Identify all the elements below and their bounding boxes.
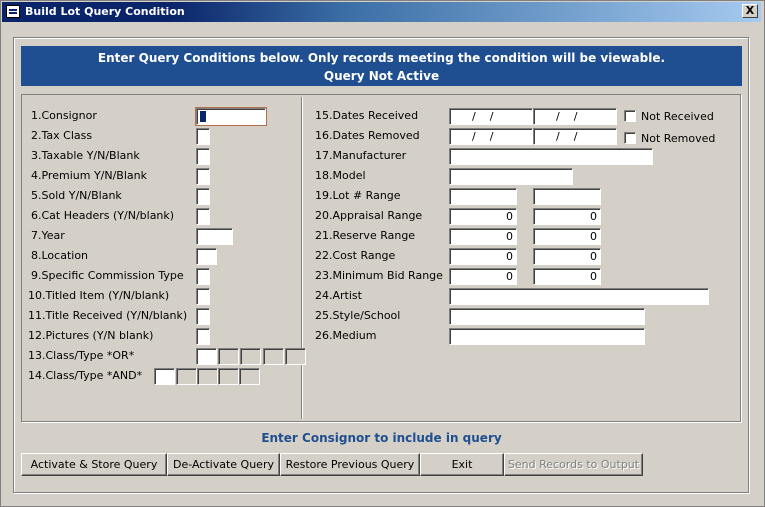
field-hint: Enter Consignor to include in query: [261, 431, 502, 445]
label-tax-class: 2.Tax Class: [31, 129, 93, 142]
lot-range-to[interactable]: [533, 188, 601, 205]
label-reserve-range: 21.Reserve Range: [315, 229, 416, 242]
not-received-checkbox[interactable]: [624, 110, 636, 122]
not-received-label: Not Received: [641, 110, 714, 123]
label-dates-received: 15.Dates Received: [315, 109, 419, 122]
min-bid-range-to[interactable]: 0: [533, 268, 601, 285]
sold-input[interactable]: [196, 188, 210, 205]
date-removed-from[interactable]: / /: [449, 128, 533, 145]
cost-range-from[interactable]: 0: [449, 248, 517, 265]
label-titled-item: 10.Titled Item (Y/N/blank): [28, 289, 170, 302]
label-sold: 5.Sold Y/N/Blank: [31, 189, 122, 202]
text-cursor: [200, 111, 206, 122]
label-style-school: 25.Style/School: [315, 309, 401, 322]
commission-type-input[interactable]: [196, 268, 210, 285]
class-type-or-input-5[interactable]: [285, 348, 306, 365]
style-school-input[interactable]: [449, 308, 645, 325]
class-type-and-input-4[interactable]: [218, 368, 239, 385]
reserve-range-to[interactable]: 0: [533, 228, 601, 245]
close-button[interactable]: X: [742, 4, 758, 18]
class-type-and-input-2[interactable]: [176, 368, 197, 385]
tax-class-input[interactable]: [196, 128, 210, 145]
label-year: 7.Year: [31, 229, 65, 242]
date-received-to[interactable]: / /: [533, 108, 617, 125]
cat-headers-input[interactable]: [196, 208, 210, 225]
not-removed-label: Not Removed: [641, 132, 716, 145]
label-manufacturer: 17.Manufacturer: [315, 149, 407, 162]
label-cat-headers: 6.Cat Headers (Y/N/blank): [31, 209, 175, 222]
instruction-banner: Enter Query Conditions below. Only recor…: [21, 46, 742, 86]
year-input[interactable]: [196, 228, 233, 245]
taxable-input[interactable]: [196, 148, 210, 165]
label-location: 8.Location: [31, 249, 89, 262]
reserve-range-from[interactable]: 0: [449, 228, 517, 245]
class-type-and-input-5[interactable]: [239, 368, 260, 385]
label-artist: 24.Artist: [315, 289, 362, 302]
deactivate-query-button[interactable]: De-Activate Query: [167, 453, 280, 476]
date-removed-to[interactable]: / /: [533, 128, 617, 145]
label-dates-removed: 16.Dates Removed: [315, 129, 420, 142]
appraisal-range-from[interactable]: 0: [449, 208, 517, 225]
label-medium: 26.Medium: [315, 329, 377, 342]
label-pictures: 12.Pictures (Y/N blank): [28, 329, 154, 342]
lot-range-from[interactable]: [449, 188, 517, 205]
class-type-and-input-3[interactable]: [197, 368, 218, 385]
title-bar[interactable]: Build Lot Query Condition X: [2, 2, 761, 22]
model-input[interactable]: [449, 168, 573, 185]
label-class-type-and: 14.Class/Type *AND*: [28, 369, 143, 382]
label-appraisal-range: 20.Appraisal Range: [315, 209, 423, 222]
not-removed-checkbox[interactable]: [624, 132, 636, 144]
send-records-button[interactable]: Send Records to Output: [504, 453, 643, 476]
date-received-from[interactable]: / /: [449, 108, 533, 125]
label-consignor: 1.Consignor: [31, 109, 97, 122]
banner-instruction: Enter Query Conditions below. Only recor…: [97, 51, 666, 65]
activate-store-query-button[interactable]: Activate & Store Query: [21, 453, 167, 476]
label-taxable: 3.Taxable Y/N/Blank: [31, 149, 140, 162]
query-status: Query Not Active: [323, 69, 440, 83]
appraisal-range-to[interactable]: 0: [533, 208, 601, 225]
label-cost-range: 22.Cost Range: [315, 249, 396, 262]
consignor-input[interactable]: [195, 107, 267, 126]
window-icon: [6, 5, 20, 18]
premium-input[interactable]: [196, 168, 210, 185]
label-lot-range: 19.Lot # Range: [315, 189, 401, 202]
restore-previous-query-button[interactable]: Restore Previous Query: [280, 453, 420, 476]
medium-input[interactable]: [449, 328, 645, 345]
class-type-or-input-1[interactable]: [196, 348, 217, 365]
panel-divider: [301, 97, 302, 419]
label-class-type-or: 13.Class/Type *OR*: [28, 349, 135, 362]
pictures-input[interactable]: [196, 328, 210, 345]
title-received-input[interactable]: [196, 308, 210, 325]
cost-range-to[interactable]: 0: [533, 248, 601, 265]
artist-input[interactable]: [449, 288, 709, 305]
label-model: 18.Model: [315, 169, 366, 182]
label-title-received: 11.Title Received (Y/N/blank): [28, 309, 188, 322]
class-type-or-input-2[interactable]: [218, 348, 239, 365]
min-bid-range-from[interactable]: 0: [449, 268, 517, 285]
manufacturer-input[interactable]: [449, 148, 653, 165]
label-min-bid-range: 23.Minimum Bid Range: [315, 269, 443, 282]
titled-item-input[interactable]: [196, 288, 210, 305]
class-type-or-input-4[interactable]: [263, 348, 284, 365]
class-type-and-input-1[interactable]: [154, 368, 175, 385]
label-premium: 4.Premium Y/N/Blank: [31, 169, 147, 182]
location-input[interactable]: [196, 248, 217, 265]
window-title: Build Lot Query Condition: [25, 5, 185, 18]
label-commission-type: 9.Specific Commission Type: [31, 269, 184, 282]
exit-button[interactable]: Exit: [420, 453, 504, 476]
class-type-or-input-3[interactable]: [240, 348, 261, 365]
